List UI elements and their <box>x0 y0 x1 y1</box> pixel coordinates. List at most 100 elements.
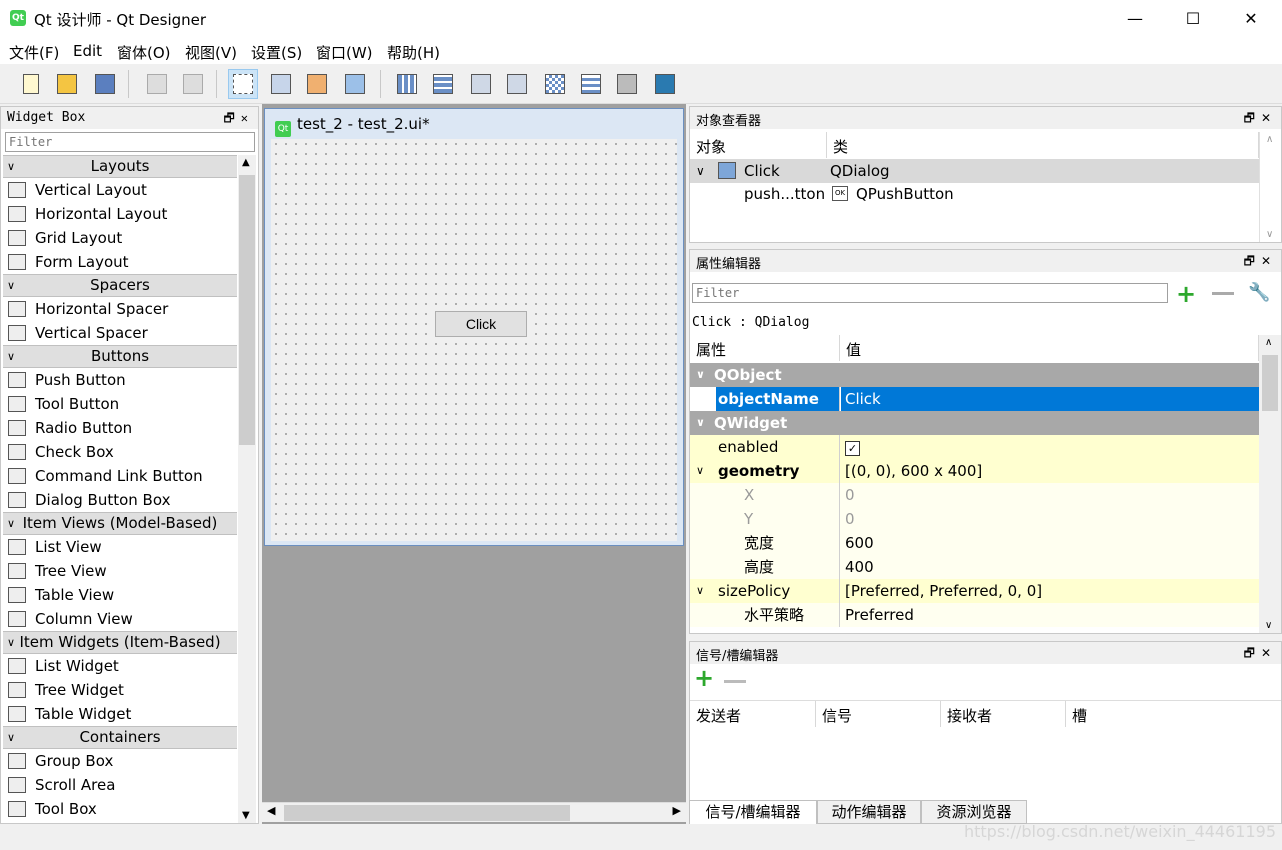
menu-edit[interactable]: Edit <box>73 42 102 60</box>
collapse-chevron-icon[interactable]: ∨ <box>7 156 15 177</box>
edit-widgets-icon[interactable] <box>228 69 258 99</box>
float-icon[interactable]: 🗗 <box>1244 646 1261 660</box>
property-row[interactable]: X0 <box>690 483 1259 507</box>
category-header[interactable]: ∨ Item Widgets (Item-Based) <box>3 631 237 654</box>
widget-item[interactable]: List Widget <box>3 654 237 678</box>
column-header-value[interactable]: 值 <box>840 335 1259 361</box>
edit-signals-slots-icon[interactable] <box>266 69 296 99</box>
column-header-sender[interactable]: 发送者 <box>690 701 816 727</box>
property-row[interactable]: ∨ QWidget <box>690 411 1259 435</box>
float-icon[interactable]: 🗗 <box>1244 254 1261 268</box>
widget-item[interactable]: Table Widget <box>3 702 237 726</box>
property-row[interactable]: Y0 <box>690 507 1259 531</box>
configure-wrench-icon[interactable]: 🔧 <box>1248 282 1270 303</box>
widget-item[interactable]: Horizontal Spacer <box>3 297 237 321</box>
break-layout-icon[interactable] <box>612 69 642 99</box>
property-row[interactable]: 高度 400 <box>690 555 1259 579</box>
property-row[interactable]: objectName Click <box>690 387 1259 411</box>
remove-dynamic-property-icon[interactable] <box>1212 292 1234 295</box>
float-icon[interactable]: 🗗 <box>1244 111 1261 125</box>
vertical-splitter-icon[interactable] <box>502 69 532 99</box>
column-header-object[interactable]: 对象 <box>690 132 827 158</box>
widget-item[interactable]: Tool Box <box>3 797 237 821</box>
column-header-class[interactable]: 类 <box>827 132 1259 158</box>
tab-signal-slot-editor[interactable]: 信号/槽编辑器 <box>689 800 817 824</box>
lay-out-form-icon[interactable] <box>576 69 606 99</box>
adjust-size-icon[interactable] <box>650 69 680 99</box>
column-header-signal[interactable]: 信号 <box>816 701 941 727</box>
collapse-chevron-icon[interactable]: ∨ <box>7 727 15 748</box>
edit-tab-order-icon[interactable] <box>340 69 370 99</box>
menu-help[interactable]: 帮助(H) <box>387 42 440 63</box>
maximize-button[interactable]: ☐ <box>1164 0 1222 38</box>
tree-row-push-button[interactable]: push...tton OK QPushButton <box>690 182 1259 206</box>
close-icon[interactable]: ✕ <box>1261 646 1277 660</box>
widget-item[interactable]: Vertical Layout <box>3 178 237 202</box>
column-header-slot[interactable]: 槽 <box>1066 701 1281 727</box>
lay-out-grid-icon[interactable] <box>540 69 570 99</box>
widget-item[interactable]: Tool Button <box>3 392 237 416</box>
category-header[interactable]: ∨ Containers <box>3 726 237 749</box>
widget-item[interactable]: Command Link Button <box>3 464 237 488</box>
lay-out-horizontally-icon[interactable] <box>392 69 422 99</box>
menu-view[interactable]: 视图(V) <box>185 42 237 63</box>
send-to-back-icon[interactable] <box>142 69 172 99</box>
close-icon[interactable]: ✕ <box>1261 254 1277 268</box>
mdi-horizontal-scrollbar[interactable]: ◀ ▶ <box>262 802 686 822</box>
property-row[interactable]: ∨ sizePolicy [Preferred, Preferred, 0, 0] <box>690 579 1259 603</box>
lay-out-vertically-icon[interactable] <box>428 69 458 99</box>
collapse-chevron-icon[interactable]: ∨ <box>696 363 705 387</box>
add-connection-icon[interactable]: + <box>694 664 714 692</box>
collapse-chevron-icon[interactable]: ∨ <box>696 411 705 435</box>
new-file-icon[interactable] <box>16 69 46 99</box>
horizontal-splitter-icon[interactable] <box>466 69 496 99</box>
close-button[interactable]: ✕ <box>1222 0 1280 38</box>
float-icon[interactable]: 🗗 <box>223 111 240 125</box>
menu-file[interactable]: 文件(F) <box>9 42 59 63</box>
widget-item[interactable]: Vertical Spacer <box>3 321 237 345</box>
expand-chevron-icon[interactable]: ∨ <box>696 159 705 183</box>
widget-item[interactable]: Group Box <box>3 749 237 773</box>
property-row[interactable]: 水平策略 Preferred <box>690 603 1259 627</box>
menu-form[interactable]: 窗体(O) <box>117 42 171 63</box>
click-push-button[interactable]: Click <box>435 311 527 337</box>
widget-item[interactable]: Push Button <box>3 368 237 392</box>
column-header-receiver[interactable]: 接收者 <box>941 701 1066 727</box>
category-header[interactable]: ∨ Buttons <box>3 345 237 368</box>
collapse-chevron-icon[interactable]: ∨ <box>7 346 15 367</box>
widget-item[interactable]: Column View <box>3 607 237 631</box>
tree-row-click[interactable]: ∨ Click QDialog <box>690 159 1259 183</box>
category-header[interactable]: ∨ Layouts <box>3 155 237 178</box>
menu-settings[interactable]: 设置(S) <box>251 42 302 63</box>
enabled-checkbox[interactable]: ✓ <box>845 441 860 456</box>
object-inspector-scrollbar[interactable]: ∧ ∨ <box>1259 132 1281 242</box>
menu-window[interactable]: 窗口(W) <box>316 42 373 63</box>
column-header-property[interactable]: 属性 <box>690 335 840 361</box>
property-filter-input[interactable] <box>692 283 1168 303</box>
widget-filter-input[interactable] <box>5 132 255 152</box>
widget-item[interactable]: Radio Button <box>3 416 237 440</box>
form-window[interactable]: Qt test_2 - test_2.ui* Click <box>264 108 684 546</box>
close-icon[interactable]: ✕ <box>241 111 254 125</box>
property-row[interactable]: ∨ geometry [(0, 0), 600 x 400] <box>690 459 1259 483</box>
widget-item[interactable]: Dialog Button Box <box>3 488 237 512</box>
open-folder-icon[interactable] <box>52 69 82 99</box>
widget-item[interactable]: Form Layout <box>3 250 237 274</box>
collapse-chevron-icon[interactable]: ∨ <box>7 275 15 296</box>
property-editor-scrollbar[interactable]: ∧ ∨ <box>1259 335 1281 633</box>
tab-resource-browser[interactable]: 资源浏览器 <box>921 800 1027 824</box>
remove-connection-icon[interactable] <box>724 680 746 683</box>
edit-buddies-icon[interactable] <box>302 69 332 99</box>
category-header[interactable]: ∨ Spacers <box>3 274 237 297</box>
property-row[interactable]: enabled ✓ <box>690 435 1259 459</box>
widget-item[interactable]: Table View <box>3 583 237 607</box>
collapse-chevron-icon[interactable]: ∨ <box>7 632 15 653</box>
save-icon[interactable] <box>90 69 120 99</box>
property-row[interactable]: ∨ QObject <box>690 363 1259 387</box>
bring-to-front-icon[interactable] <box>178 69 208 99</box>
add-dynamic-property-icon[interactable]: + <box>1176 280 1196 308</box>
widget-item[interactable]: List View <box>3 535 237 559</box>
collapse-chevron-icon[interactable]: ∨ <box>7 513 15 534</box>
widget-item[interactable]: Tree Widget <box>3 678 237 702</box>
widget-item[interactable]: Scroll Area <box>3 773 237 797</box>
